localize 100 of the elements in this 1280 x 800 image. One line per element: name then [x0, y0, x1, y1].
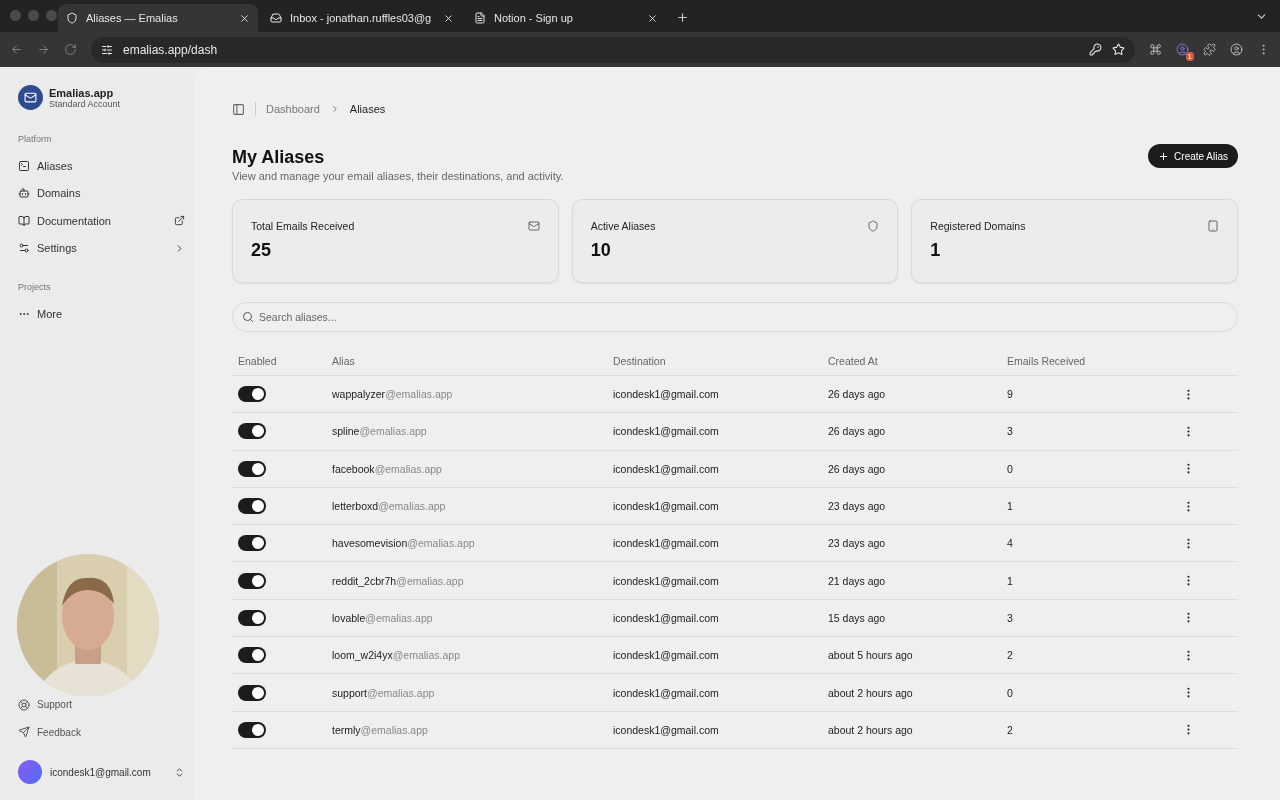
- table-cell: icondesk1@gmail.com: [613, 574, 719, 587]
- table-cell: 0: [1007, 686, 1013, 699]
- alias-cell: spline@emalias.app: [332, 425, 427, 438]
- bookmark-star-icon[interactable]: [1112, 43, 1125, 56]
- lifebuoy-icon: [18, 698, 30, 711]
- app-logo: [18, 85, 43, 110]
- table-cell: 3: [1007, 425, 1013, 438]
- shield-icon: [867, 220, 880, 232]
- alias-cell: letterboxd@emalias.app: [332, 500, 446, 513]
- table-cell: icondesk1@gmail.com: [613, 462, 719, 475]
- sidebar-item[interactable]: Domains: [18, 179, 185, 207]
- table-cell: 3: [1007, 611, 1013, 624]
- stat-label: Total Emails Received: [251, 220, 355, 232]
- close-icon[interactable]: [647, 12, 658, 24]
- chevrons-up-down-icon[interactable]: [174, 766, 185, 778]
- user-avatar[interactable]: [18, 760, 42, 784]
- sidebar-item[interactable]: Aliases: [18, 152, 185, 180]
- sidebar-item[interactable]: Settings: [18, 234, 185, 262]
- table-cell: icondesk1@gmail.com: [613, 723, 719, 736]
- table-cell: icondesk1@gmail.com: [613, 500, 719, 513]
- plus-icon: [1158, 150, 1170, 162]
- enabled-toggle[interactable]: [238, 498, 266, 515]
- breadcrumb-item[interactable]: Dashboard: [266, 103, 320, 115]
- extension-icon[interactable]: [1176, 43, 1189, 56]
- enabled-toggle[interactable]: [238, 423, 266, 440]
- column-header: Alias: [332, 354, 355, 367]
- tab-favicon-icon: [66, 12, 78, 24]
- table-cell: icondesk1@gmail.com: [613, 649, 719, 662]
- sidebar-item[interactable]: Feedback: [18, 718, 185, 746]
- tablet-icon: [1207, 220, 1219, 232]
- external-link-icon: [174, 215, 185, 227]
- table-cell: icondesk1@gmail.com: [613, 537, 719, 550]
- enabled-toggle[interactable]: [238, 647, 266, 664]
- address-bar[interactable]: emalias.app/dash: [91, 36, 1135, 63]
- alias-cell: termly@emalias.app: [332, 723, 428, 736]
- alias-cell: support@emalias.app: [332, 686, 435, 699]
- stat-label: Active Aliases: [590, 220, 656, 232]
- nav-icon: [18, 159, 30, 172]
- table-cell: about 5 hours ago: [828, 649, 913, 662]
- forward-icon[interactable]: [37, 43, 50, 56]
- table-cell: 9: [1007, 388, 1013, 401]
- table-cell: 23 days ago: [828, 500, 886, 513]
- table-cell: 26 days ago: [828, 388, 886, 401]
- alias-cell: facebook@emalias.app: [332, 462, 442, 475]
- browser-tab[interactable]: Notion - Sign up: [466, 4, 666, 32]
- enabled-toggle[interactable]: [238, 535, 266, 552]
- page-title: My Aliases: [232, 147, 326, 168]
- key-icon[interactable]: [1089, 43, 1102, 56]
- table-cell: 1: [1007, 500, 1013, 513]
- mail-icon: [527, 220, 540, 232]
- browser-tab[interactable]: Aliases — Emalias: [58, 4, 258, 32]
- back-icon[interactable]: [10, 43, 23, 56]
- enabled-toggle[interactable]: [238, 386, 266, 403]
- table-cell: 2: [1007, 723, 1013, 736]
- table-cell: icondesk1@gmail.com: [613, 611, 719, 624]
- reload-icon[interactable]: [64, 43, 77, 56]
- table-cell: 26 days ago: [828, 462, 886, 475]
- extensions-icon[interactable]: [1203, 43, 1216, 56]
- table-cell: 0: [1007, 462, 1013, 475]
- sidebar-item[interactable]: Support: [18, 691, 185, 719]
- alias-cell: reddit_2cbr7h@emalias.app: [332, 574, 464, 587]
- search-icon: [242, 311, 254, 323]
- enabled-toggle[interactable]: [238, 460, 266, 477]
- search-field[interactable]: Search aliases...: [232, 302, 1238, 332]
- column-header: Emails Received: [1007, 354, 1086, 367]
- breadcrumb-item[interactable]: Aliases: [349, 103, 386, 115]
- page-subtitle: View and manage your email aliases, their destinations, and activity.: [232, 170, 564, 182]
- close-icon[interactable]: [443, 12, 454, 24]
- table-cell: about 2 hours ago: [828, 723, 913, 736]
- profile-icon[interactable]: [1230, 43, 1243, 56]
- command-icon[interactable]: [1149, 43, 1162, 56]
- alias-cell: lovable@emalias.app: [332, 611, 433, 624]
- sidebar-item[interactable]: Documentation: [18, 207, 185, 235]
- enabled-toggle[interactable]: [238, 684, 266, 701]
- tab-favicon-icon: [270, 12, 282, 24]
- tab-favicon-icon: [474, 12, 486, 24]
- table-cell: icondesk1@gmail.com: [613, 388, 719, 401]
- sidebar-toggle-icon[interactable]: [232, 102, 245, 116]
- table-cell: 23 days ago: [828, 537, 886, 550]
- alias-cell: havesomevision@emalias.app: [332, 537, 475, 550]
- enabled-toggle[interactable]: [238, 721, 266, 738]
- enabled-toggle[interactable]: [238, 572, 266, 589]
- enabled-toggle[interactable]: [238, 609, 266, 626]
- close-icon[interactable]: [239, 12, 250, 24]
- nav-icon: [18, 214, 30, 227]
- browser-tab[interactable]: Inbox - jonathan.ruffles03@g: [262, 4, 462, 32]
- new-tab-icon[interactable]: [676, 11, 689, 24]
- column-header: Destination: [613, 354, 666, 367]
- nav-icon: [18, 187, 30, 200]
- sidebar-item[interactable]: More: [18, 300, 185, 328]
- table-cell: 1: [1007, 574, 1013, 587]
- table-cell: about 2 hours ago: [828, 686, 913, 699]
- alias-cell: loom_w2i4yx@emalias.app: [332, 649, 460, 662]
- notification-badge: 1: [1185, 52, 1194, 61]
- create-alias-button[interactable]: Create Alias: [1148, 144, 1238, 168]
- stat-value: 1: [930, 240, 942, 261]
- stat-value: 25: [251, 240, 273, 261]
- send-icon: [18, 726, 30, 739]
- site-settings-icon[interactable]: [101, 43, 113, 56]
- app-name: Emalias.app: [49, 86, 115, 99]
